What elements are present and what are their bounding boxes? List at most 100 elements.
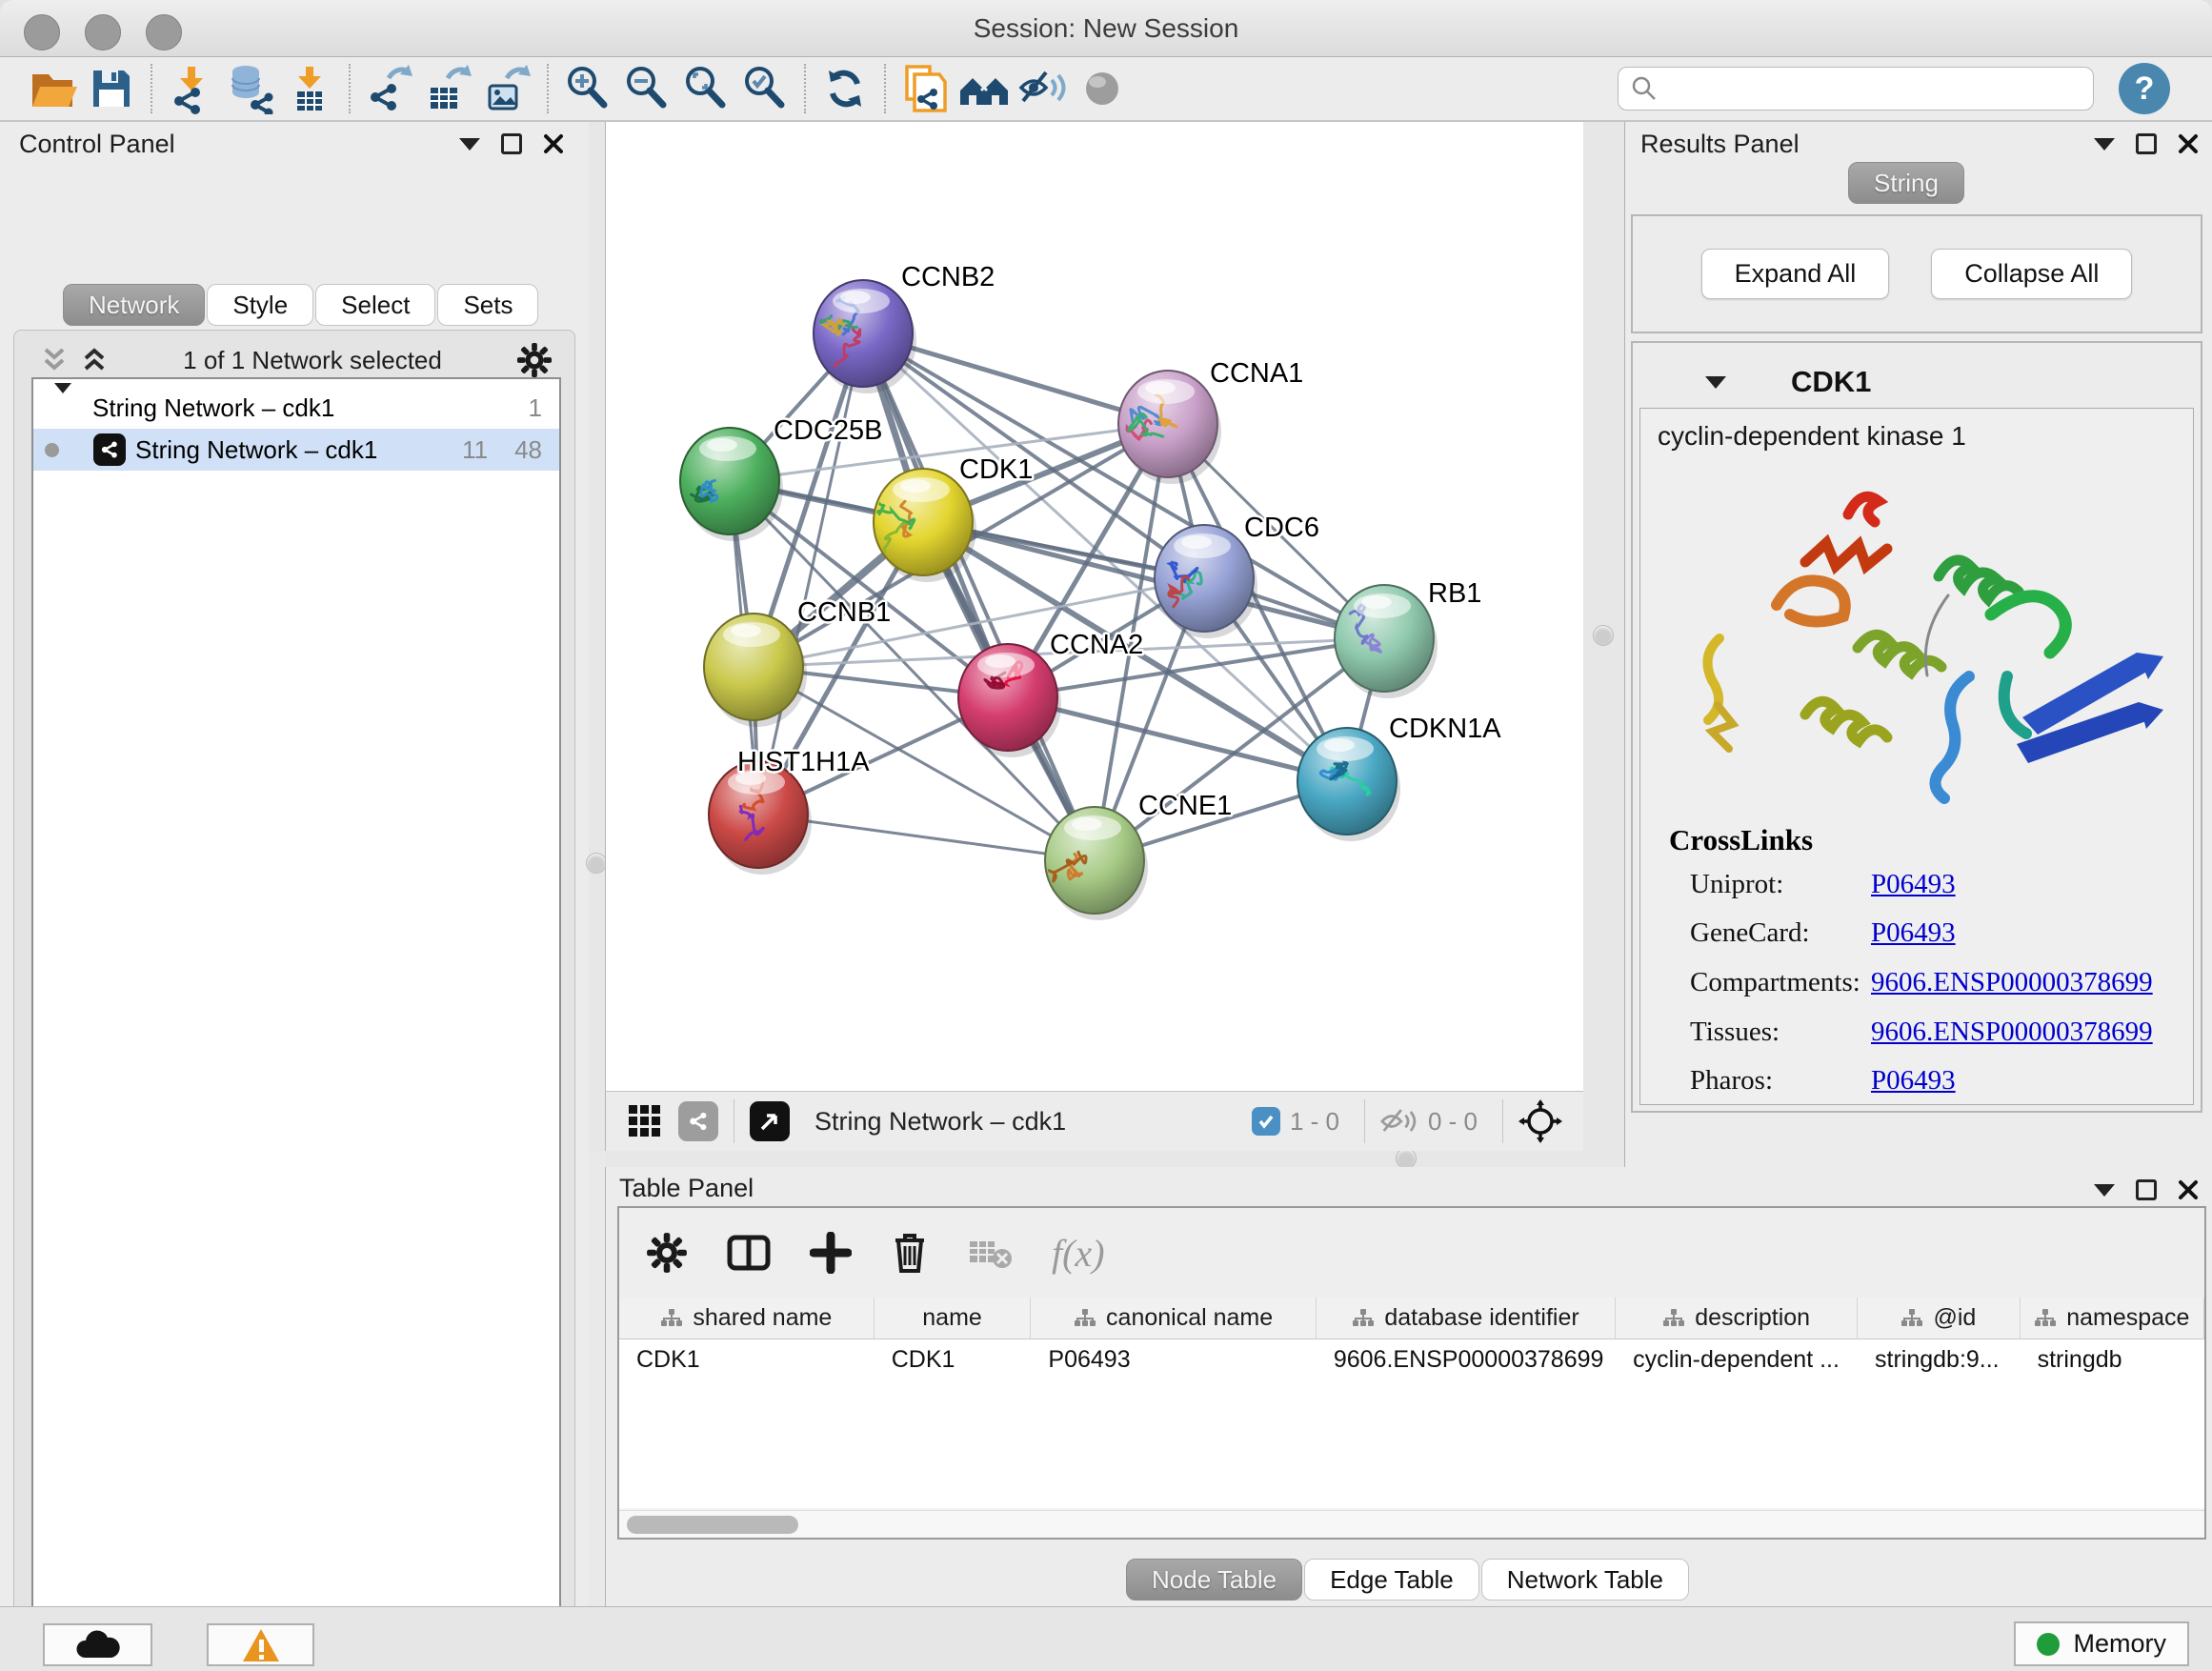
column-header[interactable]: canonical name [1031,1298,1316,1339]
warning-status-button[interactable] [207,1623,314,1666]
import-network-file-button[interactable] [162,59,221,118]
column-header[interactable]: database identifier [1317,1298,1616,1339]
float-results-panel-icon[interactable] [2094,138,2115,151]
show-all-button[interactable] [1073,59,1132,118]
crosslink-link[interactable]: P06493 [1871,869,1956,900]
float-table-panel-icon[interactable] [2094,1184,2115,1197]
help-button[interactable]: ? [2119,63,2170,114]
crosslink-row: Tissues: 9606.ENSP00000378699 [1690,1017,2185,1048]
table-tab-node-table[interactable]: Node Table [1126,1559,1302,1601]
cloud-status-button[interactable] [43,1623,152,1666]
zoom-out-button[interactable] [617,59,676,118]
network-node[interactable]: CDC6 [1155,513,1319,638]
export-network-button[interactable] [360,59,419,118]
delete-column-icon[interactable] [890,1231,930,1275]
zoom-fit-button[interactable] [676,59,735,118]
gene-section-expander-icon[interactable] [1705,376,1726,389]
clone-network-button[interactable] [895,59,955,118]
network-row-selected[interactable]: String Network – cdk1 11 48 [33,429,559,471]
network-share-view-icon[interactable] [678,1101,718,1141]
statusbar-separator [1364,1099,1365,1143]
column-header[interactable]: name [875,1298,1032,1339]
network-node[interactable]: HIST1H1A [709,747,870,875]
crosslink-link[interactable]: 9606.ENSP00000378699 [1871,967,2153,998]
scrollbar-thumb[interactable] [627,1516,798,1534]
tab-style[interactable]: Style [207,284,313,326]
birds-eye-view-icon[interactable] [750,1101,790,1141]
grid-view-icon[interactable] [627,1103,663,1139]
collapse-all-networks-icon[interactable] [40,344,69,376]
maximize-results-panel-icon[interactable] [2136,133,2157,154]
expand-all-networks-icon[interactable] [80,344,109,376]
table-options-gear-icon[interactable] [646,1232,688,1274]
network-node[interactable]: RB1 [1335,578,1481,698]
network-view[interactable]: CCNB2CCNA1CDC25BCDK1CDC6RB1CCNB1CCNA2CDK… [605,122,1583,1091]
network-node[interactable]: CCNB2 [814,262,995,393]
import-network-database-button[interactable] [221,59,280,118]
export-image-button[interactable] [478,59,537,118]
table-cell[interactable]: P06493 [1031,1339,1316,1379]
table-tab-network-table[interactable]: Network Table [1481,1559,1689,1601]
network-canvas[interactable]: CCNB2CCNA1CDC25BCDK1CDC6RB1CCNB1CCNA2CDK… [606,122,1584,1091]
crosslink-label: Tissues: [1690,1017,1780,1047]
status-bar: Memory [0,1606,2212,1671]
table-row[interactable]: CDK1CDK1P064939606.ENSP00000378699cyclin… [619,1339,2204,1379]
crosslink-link[interactable]: P06493 [1871,1065,1956,1097]
node-table: shared namenamecanonical namedatabase id… [619,1298,2204,1508]
column-header[interactable]: shared name [619,1298,875,1339]
zoom-in-button[interactable] [558,59,617,118]
zoom-selected-icon [739,63,791,114]
float-panel-icon[interactable] [459,138,480,151]
table-cell[interactable]: stringdb:9... [1858,1339,2021,1379]
memory-button[interactable]: Memory [2014,1621,2189,1666]
collection-expander-icon[interactable] [54,393,71,423]
network-options-gear-icon[interactable] [516,342,553,378]
selected-items-checkbox-icon[interactable] [1252,1107,1280,1136]
show-columns-icon[interactable] [726,1232,772,1274]
table-tab-edge-table[interactable]: Edge Table [1304,1559,1479,1601]
save-session-button[interactable] [82,59,141,118]
import-table-button[interactable] [280,59,339,118]
expand-all-button[interactable]: Expand All [1701,249,1890,299]
open-session-button[interactable] [23,59,82,118]
network-collection-row[interactable]: String Network – cdk1 1 [33,387,559,429]
table-horizontal-scrollbar[interactable] [619,1510,2204,1538]
add-column-icon[interactable] [810,1232,852,1274]
table-cell[interactable]: CDK1 [875,1339,1032,1379]
eye-slash-icon [1017,63,1069,114]
close-panel-icon[interactable] [543,133,564,154]
close-results-panel-icon[interactable] [2178,133,2199,154]
crosslink-link[interactable]: 9606.ENSP00000378699 [1871,1017,2153,1048]
crosslink-label: Compartments: [1690,967,1860,997]
tab-sets[interactable]: Sets [437,284,538,326]
column-header[interactable]: description [1616,1298,1858,1339]
table-cell[interactable]: 9606.ENSP00000378699 [1317,1339,1616,1379]
tab-select[interactable]: Select [315,284,435,326]
close-table-panel-icon[interactable] [2178,1179,2199,1200]
table-cell[interactable]: cyclin-dependent ... [1616,1339,1858,1379]
results-tab-string[interactable]: String [1848,162,1966,204]
tab-network[interactable]: Network [63,284,205,326]
crosslink-link[interactable]: P06493 [1871,917,1956,949]
maximize-table-panel-icon[interactable] [2136,1179,2157,1200]
toolbar-separator [349,64,351,113]
first-neighbors-button[interactable] [955,59,1014,118]
apply-layout-button[interactable] [815,59,875,118]
column-header[interactable]: namespace [2021,1298,2204,1339]
column-label: namespace [2066,1304,2189,1332]
hide-selected-button[interactable] [1014,59,1073,118]
export-table-button[interactable] [419,59,478,118]
fit-selected-target-icon[interactable] [1518,1099,1562,1143]
column-header[interactable]: @id [1858,1298,2021,1339]
collapse-all-button[interactable]: Collapse All [1931,249,2132,299]
table-cell[interactable]: stringdb [2021,1339,2204,1379]
network-node[interactable]: CDKN1A [1297,714,1501,841]
right-splitter[interactable] [1583,122,1624,1151]
left-splitter[interactable] [589,122,605,1151]
refresh-icon [819,63,871,114]
search-input[interactable] [1668,70,2081,108]
maximize-panel-icon[interactable] [501,133,522,154]
zoom-selected-button[interactable] [735,59,794,118]
network-edge[interactable] [863,333,1095,860]
table-cell[interactable]: CDK1 [619,1339,875,1379]
